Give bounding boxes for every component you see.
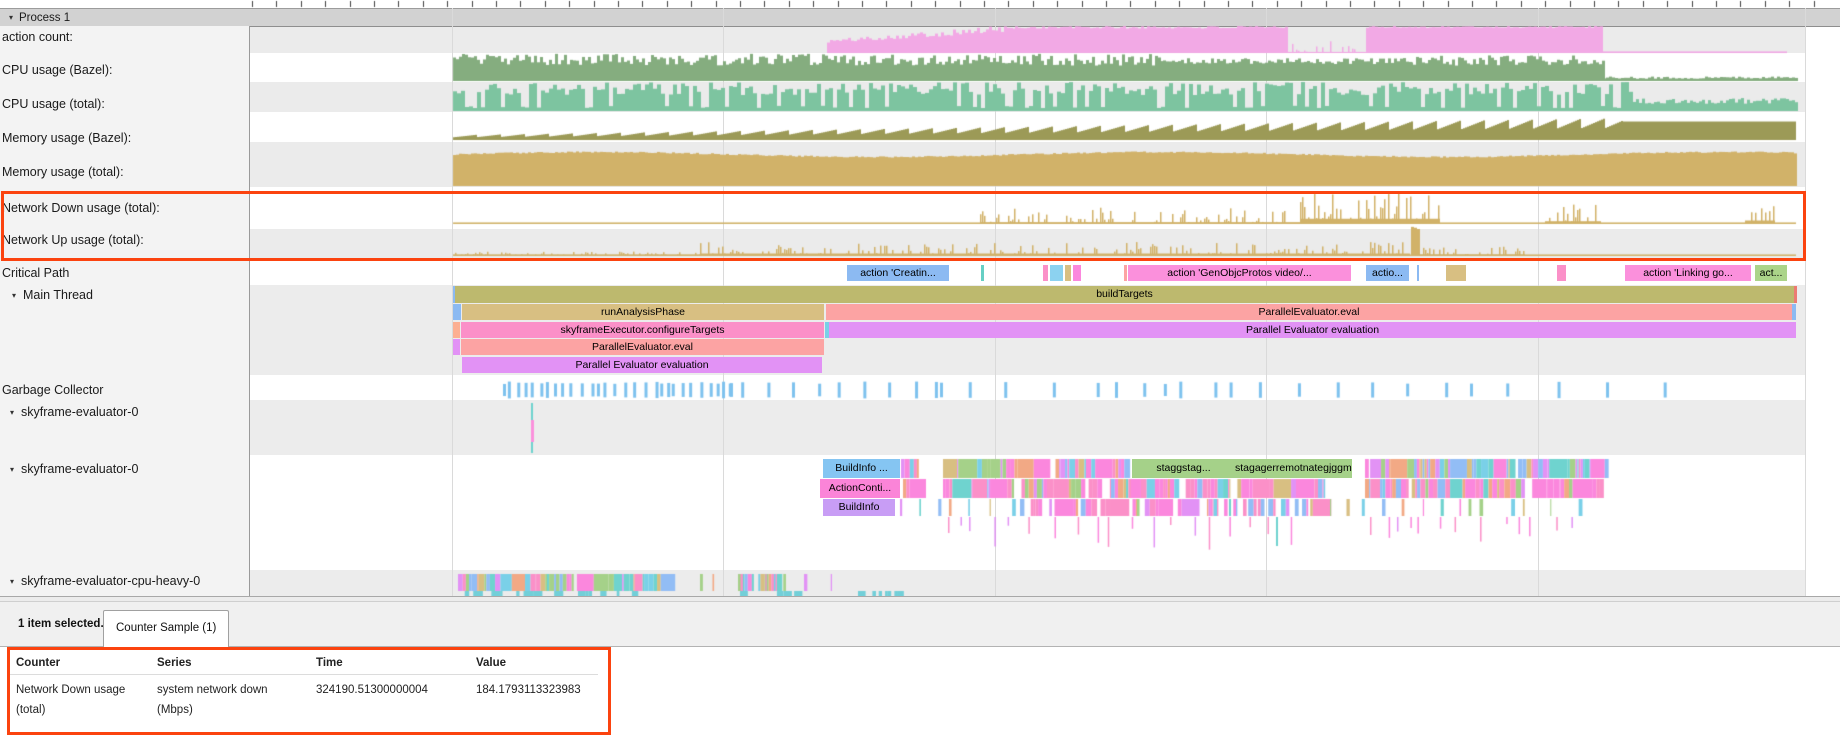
track-label-text: skyframe-evaluator-0 [21,405,138,419]
selection-status: 1 item selected. [18,602,104,646]
network-tracks-highlight [1,191,1806,261]
collapse-arrow-icon[interactable]: ▾ [10,408,14,417]
details-tabstrip: 1 item selected. Counter Sample (1) [0,602,1840,647]
track-label-skyframe-evaluator-0[interactable]: ▾ skyframe-evaluator-0 [0,404,256,420]
critical-path-slice[interactable] [981,265,984,281]
critical-path-slice-act[interactable]: act... [1755,265,1787,281]
track-label-memory-usage-bazel: Memory usage (Bazel): [0,130,248,146]
collapse-arrow-icon[interactable]: ▾ [12,291,16,300]
critical-path-slice[interactable] [1557,265,1566,281]
track-label-cpu-usage-total: CPU usage (total): [0,96,248,112]
critical-path-slice-action-creatin[interactable]: action 'Creatin... [847,265,949,281]
critical-path-slice[interactable] [1417,265,1419,281]
skyframe-evaluator-slice-buildinfo[interactable]: BuildInfo [823,499,895,516]
track-label-text: Memory usage (total): [2,165,124,179]
critical-path-slice-actio[interactable]: actio... [1366,265,1409,281]
critical-path-slice[interactable] [1124,265,1127,281]
track-label-garbage-collector: Garbage Collector [0,382,248,398]
main-thread-slice-parallelevaluator-eval[interactable]: ParallelEvaluator.eval [826,304,1792,320]
track-label-cpu-usage-bazel: CPU usage (Bazel): [0,62,248,78]
trace-viewer: ▾Process 1 action 'Creatin...action 'Gen… [0,0,1840,742]
main-thread-slice-parallel-evaluator-evaluation[interactable]: Parallel Evaluator evaluation [462,357,822,373]
track-label-critical-path: Critical Path [0,265,248,281]
collapse-arrow-icon[interactable]: ▾ [10,577,14,586]
track-label-text: CPU usage (total): [2,97,105,111]
critical-path-slice[interactable] [1446,265,1466,281]
main-thread-slice[interactable] [453,304,461,320]
skyframe-evaluator-slice-stagagerremotnategjggmkexotcei[interactable]: stagagerremotnategjggmkexotceige.remot..… [1235,459,1352,478]
main-thread-slice[interactable] [1792,304,1796,320]
main-thread-slice-parallel-evaluator-evaluation[interactable]: Parallel Evaluator evaluation [829,322,1796,338]
skyframe-evaluator-slice-staggstag[interactable]: staggstag... [1132,459,1235,478]
main-thread-slice-skyframeexecutor-configuretarg[interactable]: skyframeExecutor.configureTargets [461,322,824,338]
track-label-text: Critical Path [2,266,69,280]
main-thread-slice[interactable] [453,322,460,338]
track-label-action-count: action count: [0,29,248,45]
track-label-text: Memory usage (Bazel): [2,131,131,145]
track-label-skyframe-evaluator-0[interactable]: ▾ skyframe-evaluator-0 [0,461,256,477]
critical-path-slice[interactable] [1043,265,1048,281]
critical-path-slice[interactable] [1050,265,1063,281]
skyframe-evaluator-slice-buildinfo[interactable]: BuildInfo ... [823,459,900,478]
track-label-text: Main Thread [23,288,93,302]
main-thread-slice-runanalysisphase[interactable]: runAnalysisPhase [462,304,824,320]
track-label-skyframe-evaluator-cpu-heavy-0[interactable]: ▾ skyframe-evaluator-cpu-heavy-0 [0,573,256,589]
track-label-text: Garbage Collector [2,383,103,397]
track-label-text: action count: [2,30,73,44]
track-label-memory-usage-total: Memory usage (total): [0,164,248,180]
skyframe-evaluator-slice-actionconti[interactable]: ActionConti... [820,479,900,498]
tab-counter-sample[interactable]: Counter Sample (1) [103,610,229,648]
track-label-text: CPU usage (Bazel): [2,63,112,77]
track-label-text: skyframe-evaluator-cpu-heavy-0 [21,574,200,588]
critical-path-slice[interactable] [1073,265,1081,281]
critical-path-slice-action-genobjcprotos-video[interactable]: action 'GenObjcProtos video/... [1128,265,1351,281]
main-thread-slice-buildtargets[interactable]: buildTargets [455,286,1794,303]
details-table-highlight [7,647,611,735]
critical-path-slice-action-linking-go[interactable]: action 'Linking go... [1625,265,1751,281]
main-thread-slice[interactable] [453,339,460,355]
collapse-arrow-icon[interactable]: ▾ [10,465,14,474]
track-name-sidebar: action count: CPU usage (Bazel): CPU usage… [0,26,250,596]
main-thread-slice[interactable] [1794,286,1797,303]
track-label-text: skyframe-evaluator-0 [21,462,138,476]
track-label-main-thread[interactable]: ▾ Main Thread [0,287,258,303]
main-thread-slice-parallelevaluator-eval[interactable]: ParallelEvaluator.eval [461,339,824,355]
critical-path-slice[interactable] [1065,265,1071,281]
